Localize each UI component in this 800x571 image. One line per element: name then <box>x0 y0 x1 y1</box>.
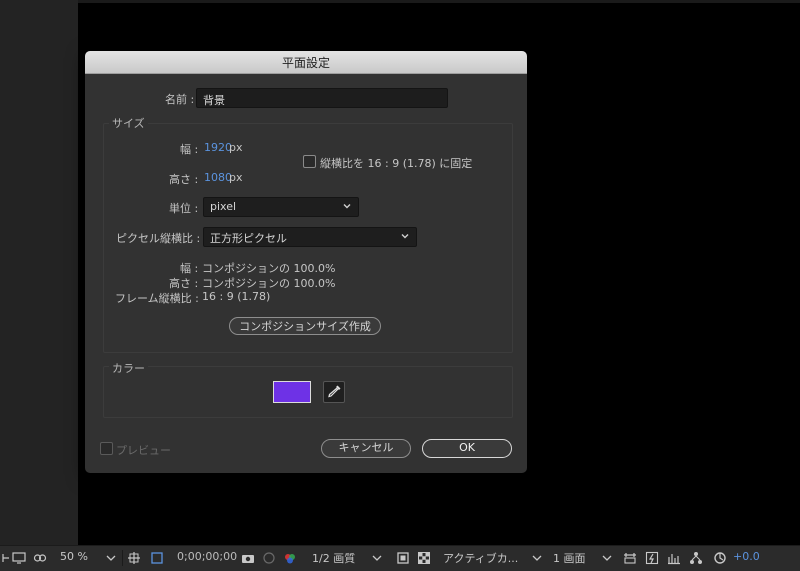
cancel-button[interactable]: キャンセル <box>321 439 411 458</box>
width-unit: px <box>229 141 243 154</box>
solid-settings-dialog: 平面設定 名前 : サイズ 幅 : 1920 px 高さ : 1080 px 縦… <box>85 51 527 473</box>
flowchart-icon[interactable] <box>689 551 703 565</box>
units-value: pixel <box>210 200 237 213</box>
units-label: 単位 : <box>169 202 199 215</box>
toggle-pixel-aspect-icon[interactable] <box>623 551 637 565</box>
chevron-down-icon <box>401 234 409 239</box>
color-swatch[interactable] <box>273 381 311 403</box>
fit-grid-icon[interactable] <box>127 551 141 565</box>
color-group-label: カラー <box>109 360 148 376</box>
pixel-aspect-value: 正方形ピクセル <box>210 232 287 245</box>
left-panel <box>0 0 78 545</box>
fast-previews-icon[interactable] <box>645 551 659 565</box>
camera-snapshot-icon[interactable] <box>241 551 255 565</box>
mask-icon[interactable] <box>33 551 47 565</box>
camera-view-dropdown[interactable]: アクティブカ... <box>443 550 518 566</box>
reset-exposure-icon[interactable] <box>713 551 727 565</box>
info-width-label: 幅 : <box>180 262 199 275</box>
region-of-interest-icon[interactable] <box>150 551 164 565</box>
info-width-value: コンポジションの 100.0% <box>202 262 336 275</box>
pixel-aspect-label: ピクセル縦横比 : <box>116 232 201 245</box>
color-channel-icon[interactable] <box>283 551 297 565</box>
name-label: 名前 : <box>165 93 195 106</box>
units-dropdown[interactable]: pixel <box>203 197 359 217</box>
preview-label: プレビュー <box>116 444 171 457</box>
info-frame-value: 16 : 9 (1.78) <box>202 290 271 303</box>
toolbar-divider <box>122 550 123 566</box>
timeline-icon[interactable] <box>667 551 681 565</box>
exposure-value[interactable]: +0.0 <box>733 550 760 563</box>
view-layout-dropdown[interactable]: 1 画面 <box>553 550 586 566</box>
viewer-toolbar: 50 % 0;00;00;00 1/2 画質 アクティブカ... 1 画面 +0… <box>0 545 800 571</box>
width-value[interactable]: 1920 <box>204 141 232 154</box>
viewer-border <box>78 0 800 3</box>
chevron-down-icon <box>343 204 351 209</box>
dialog-titlebar[interactable]: 平面設定 <box>85 51 527 74</box>
width-label: 幅 : <box>180 143 199 156</box>
chevron-down-icon <box>602 555 612 561</box>
info-frame-label: フレーム縦横比 : <box>115 292 199 305</box>
dialog-title: 平面設定 <box>281 56 330 70</box>
timecode[interactable]: 0;00;00;00 <box>177 550 237 563</box>
size-group-label: サイズ <box>109 115 148 131</box>
eyedropper-button[interactable] <box>323 381 345 403</box>
chevron-down-icon <box>106 555 116 561</box>
preview-checkbox[interactable] <box>100 442 113 455</box>
fast-preview-icon[interactable] <box>396 551 410 565</box>
zoom-dropdown[interactable]: 50 % <box>60 550 88 563</box>
lock-aspect-checkbox[interactable] <box>303 155 316 168</box>
chevron-down-icon <box>372 555 382 561</box>
ok-button[interactable]: OK <box>422 439 512 458</box>
height-value[interactable]: 1080 <box>204 171 232 184</box>
make-comp-size-button[interactable]: コンポジションサイズ作成 <box>229 317 381 335</box>
height-label: 高さ : <box>169 173 199 186</box>
show-snapshot-icon[interactable] <box>262 551 276 565</box>
info-height-value: コンポジションの 100.0% <box>202 277 336 290</box>
eyedropper-icon <box>328 385 341 398</box>
chevron-down-icon <box>532 555 542 561</box>
lock-aspect-label: 縦横比を 16 : 9 (1.78) に固定 <box>320 157 473 170</box>
monitor-icon[interactable] <box>12 551 26 565</box>
transparency-grid-icon[interactable] <box>417 551 431 565</box>
name-field[interactable] <box>196 88 448 109</box>
info-height-label: 高さ : <box>169 277 199 290</box>
name-input[interactable] <box>197 91 447 109</box>
resolution-dropdown[interactable]: 1/2 画質 <box>312 550 355 566</box>
pixel-aspect-dropdown[interactable]: 正方形ピクセル <box>203 227 417 247</box>
height-unit: px <box>229 171 243 184</box>
